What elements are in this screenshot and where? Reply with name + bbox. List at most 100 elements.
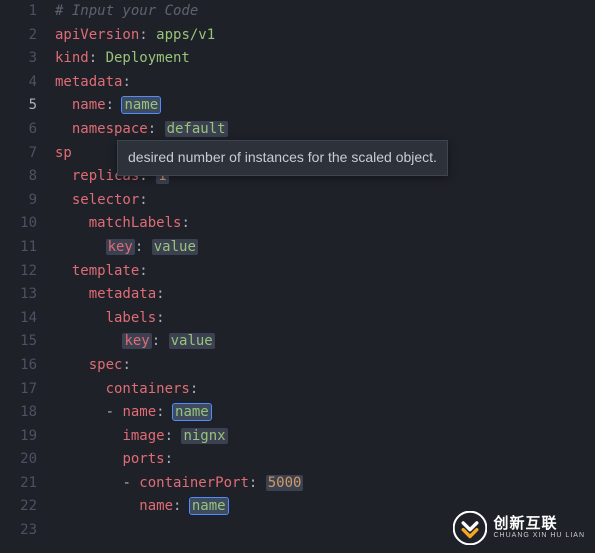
token: : [165, 451, 173, 467]
token: : [249, 475, 266, 491]
line-number: 2 [0, 24, 37, 48]
token: : [135, 239, 152, 255]
code-line[interactable]: apiVersion: apps/v1 [55, 24, 595, 48]
token: : [89, 50, 106, 66]
line-number-gutter: 1234567891011121314151617181920212223 [0, 0, 55, 553]
token: : [190, 381, 198, 397]
line-number: 10 [0, 212, 37, 236]
token: : [156, 404, 173, 420]
hover-tooltip: desired number of instances for the scal… [117, 140, 448, 176]
token: sp [55, 145, 72, 161]
line-number: 19 [0, 425, 37, 449]
token: namespace [72, 121, 148, 137]
token: containerPort [139, 475, 249, 491]
token: : [181, 215, 189, 231]
line-number: 16 [0, 354, 37, 378]
code-line[interactable]: template: [55, 260, 595, 284]
line-number: 14 [0, 307, 37, 331]
placeholder-token[interactable]: 5000 [266, 475, 304, 491]
line-number: 7 [0, 142, 37, 166]
code-line[interactable]: ports: [55, 448, 595, 472]
line-number: 11 [0, 236, 37, 260]
token: name [139, 498, 173, 514]
token: : [156, 310, 164, 326]
code-line[interactable]: spec: [55, 354, 595, 378]
token: : [122, 357, 130, 373]
token: containers [106, 381, 190, 397]
code-line[interactable]: - name: name [55, 401, 595, 425]
token: : [122, 74, 130, 90]
line-number: 22 [0, 495, 37, 519]
token: - [122, 475, 139, 491]
line-number: 17 [0, 378, 37, 402]
code-line[interactable]: namespace: default [55, 118, 595, 142]
token: : [106, 97, 123, 113]
line-number: 9 [0, 189, 37, 213]
token: metadata [89, 286, 156, 302]
code-line[interactable]: key: value [55, 330, 595, 354]
token: : [139, 263, 147, 279]
code-line[interactable]: - containerPort: 5000 [55, 472, 595, 496]
placeholder-token[interactable]: value [152, 239, 198, 255]
token: matchLabels [89, 215, 182, 231]
token: spec [89, 357, 123, 373]
code-line[interactable]: matchLabels: [55, 212, 595, 236]
logo-text-main: 创新互联 [493, 516, 585, 533]
token: name [72, 97, 106, 113]
token: : [173, 498, 190, 514]
token: : [139, 27, 156, 43]
placeholder-token[interactable]: name [173, 404, 211, 420]
placeholder-token[interactable]: name [122, 97, 160, 113]
line-number: 23 [0, 519, 37, 543]
token: apps/v1 [156, 27, 215, 43]
code-line[interactable]: # Input your Code [55, 0, 595, 24]
placeholder-token[interactable]: value [169, 333, 215, 349]
token: name [122, 404, 156, 420]
code-line[interactable]: kind: Deployment [55, 47, 595, 71]
line-number: 12 [0, 260, 37, 284]
token: ports [122, 451, 164, 467]
token: labels [106, 310, 157, 326]
token: : [156, 286, 164, 302]
watermark-logo: 创新互联 CHUANG XIN HU LIAN [453, 511, 585, 545]
placeholder-token[interactable]: nignx [181, 428, 227, 444]
code-line[interactable]: selector: [55, 189, 595, 213]
line-number: 20 [0, 448, 37, 472]
line-number: 3 [0, 47, 37, 71]
token: apiVersion [55, 27, 139, 43]
line-number: 1 [0, 0, 37, 24]
token: Deployment [106, 50, 190, 66]
token: # Input your Code [55, 3, 198, 19]
placeholder-token[interactable]: key [122, 333, 151, 349]
logo-text-sub: CHUANG XIN HU LIAN [493, 532, 585, 540]
line-number: 13 [0, 283, 37, 307]
code-line[interactable]: containers: [55, 378, 595, 402]
placeholder-token[interactable]: key [106, 239, 135, 255]
token: : [152, 333, 169, 349]
token: : [165, 428, 182, 444]
placeholder-token[interactable]: name [190, 498, 228, 514]
line-number: 4 [0, 71, 37, 95]
line-number: 15 [0, 330, 37, 354]
code-editor[interactable]: 1234567891011121314151617181920212223 # … [0, 0, 595, 553]
code-line[interactable]: labels: [55, 307, 595, 331]
token: metadata [55, 74, 122, 90]
code-line[interactable]: key: value [55, 236, 595, 260]
line-number: 5 [0, 94, 37, 118]
line-number: 8 [0, 165, 37, 189]
code-line[interactable]: name: name [55, 94, 595, 118]
code-line[interactable]: metadata: [55, 71, 595, 95]
token: template [72, 263, 139, 279]
logo-mark-icon [453, 511, 487, 545]
line-number: 6 [0, 118, 37, 142]
token: image [122, 428, 164, 444]
code-line[interactable]: metadata: [55, 283, 595, 307]
placeholder-token[interactable]: default [165, 121, 228, 137]
token: selector [72, 192, 139, 208]
code-line[interactable]: image: nignx [55, 425, 595, 449]
code-area[interactable]: # Input your CodeapiVersion: apps/v1kind… [55, 0, 595, 553]
token: kind [55, 50, 89, 66]
token: : [139, 192, 147, 208]
line-number: 18 [0, 401, 37, 425]
token: : [148, 121, 165, 137]
